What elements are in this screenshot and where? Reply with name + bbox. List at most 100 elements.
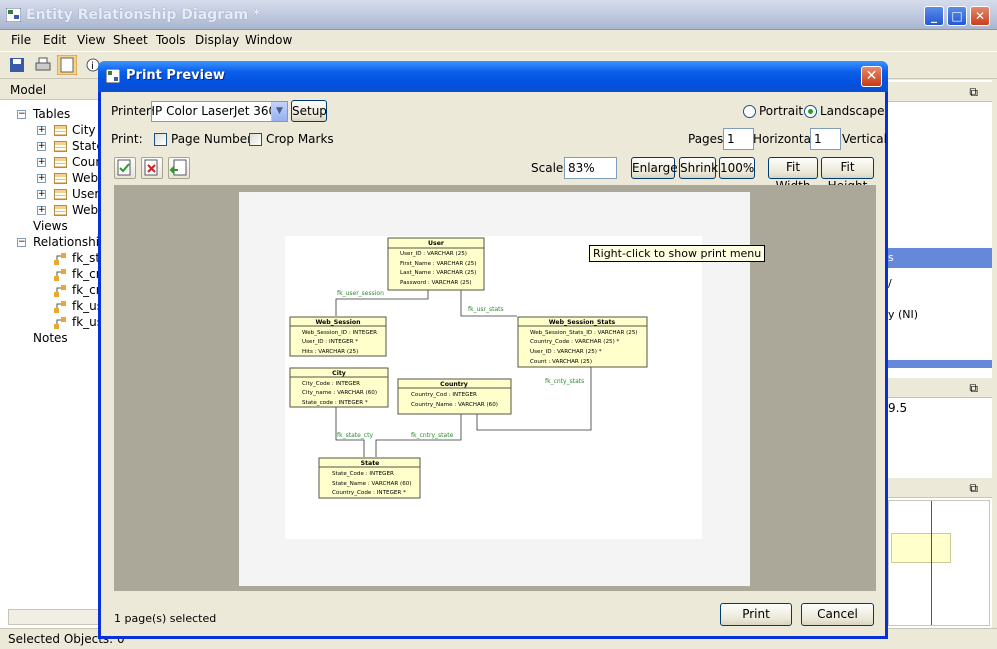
main-title-bar: Entity Relationship Diagram * _ □ ✕ <box>0 0 997 30</box>
chevron-down-icon[interactable]: ▼ <box>271 102 287 121</box>
right-panel-header-2: ⧉ <box>886 378 992 398</box>
tree-table-user[interactable]: User <box>72 187 99 201</box>
entity-country: Country Country_Cod : INTEGER Country_Na… <box>397 378 512 415</box>
menu-edit[interactable]: Edit <box>43 33 66 47</box>
rel-label-cnty-stats: fk_cnty_stats <box>545 378 584 385</box>
zoom-100-button[interactable]: 100% <box>719 157 755 179</box>
entity-title: Web_Session_Stats <box>549 319 616 326</box>
expand-icon[interactable]: + <box>37 174 46 183</box>
menu-view[interactable]: View <box>77 33 105 47</box>
cancel-button[interactable]: Cancel <box>801 603 874 626</box>
rel-label-state-cty: fk_state_cty <box>337 432 373 439</box>
collapse-icon[interactable]: − <box>17 238 26 247</box>
entity-title: Web_Session <box>315 319 360 326</box>
expand-icon[interactable]: + <box>37 158 46 167</box>
menu-window[interactable]: Window <box>245 33 292 47</box>
expand-icon[interactable]: + <box>37 142 46 151</box>
relationship-icon <box>54 285 66 297</box>
preview-area[interactable]: fk_user_session fk_usr_stats fk_cnty_sta… <box>114 185 876 591</box>
printer-select-value: HP Color LaserJet 3600 <box>151 104 284 118</box>
maximize-icon[interactable]: □ <box>947 6 967 26</box>
fit-height-button[interactable]: Fit Height <box>821 157 874 193</box>
crop-marks-checkbox[interactable] <box>249 133 262 146</box>
app-title: Entity Relationship Diagram * <box>26 7 261 23</box>
restore-icon[interactable]: ⧉ <box>969 85 978 100</box>
enlarge-button[interactable]: Enlarge <box>631 157 678 179</box>
page-setup-icon[interactable] <box>57 55 77 75</box>
menu-display[interactable]: Display <box>195 33 239 47</box>
entity-title: State <box>361 460 380 467</box>
relationship-icon <box>54 301 66 313</box>
print-menu-tooltip: Right-click to show print menu <box>589 245 766 262</box>
entity-field: Country_Name : VARCHAR (60) <box>411 402 498 408</box>
entity-field: Web_Session_Stats_ID : VARCHAR (25) <box>530 330 638 336</box>
menu-sheet[interactable]: Sheet <box>113 33 148 47</box>
entity-web-session: Web_Session Web_Session_ID : INTEGER Use… <box>289 316 387 357</box>
fit-width-button[interactable]: Fit Width <box>768 157 818 193</box>
table-icon <box>54 157 67 168</box>
page-numbers-label: Page Numbers <box>171 132 259 146</box>
entity-field: Count : VARCHAR (25) <box>530 359 592 365</box>
entity-state: State State_Code : INTEGER State_Name : … <box>318 457 421 499</box>
expand-icon[interactable]: + <box>37 190 46 199</box>
shrink-button[interactable]: Shrink <box>679 157 718 179</box>
model-panel-title: Model <box>10 83 47 97</box>
page-order-icon <box>169 159 187 176</box>
panel-splitter[interactable] <box>886 360 992 368</box>
menu-bar: File Edit View Sheet Tools Display Windo… <box>0 30 997 50</box>
print-options-label: Print: <box>111 132 143 146</box>
table-icon <box>54 189 67 200</box>
pages-vertical-input[interactable]: 1 <box>810 128 841 150</box>
scale-input[interactable]: 83% <box>564 157 617 179</box>
tree-notes[interactable]: Notes <box>33 331 68 345</box>
entity-field: Web_Session_ID : INTEGER <box>302 330 377 336</box>
entity-field: Hits : VARCHAR (25) <box>302 349 358 355</box>
dialog-close-icon[interactable]: ✕ <box>861 66 882 87</box>
close-icon[interactable]: ✕ <box>970 6 990 26</box>
expand-icon[interactable]: + <box>37 206 46 215</box>
tree-tables[interactable]: Tables <box>33 107 70 121</box>
print-button[interactable]: Print <box>720 603 792 626</box>
restore-icon[interactable]: ⧉ <box>969 381 978 396</box>
overview-thumbnail[interactable] <box>888 500 990 626</box>
print-preview-icon <box>106 69 120 83</box>
page-numbers-checkbox[interactable] <box>154 133 167 146</box>
model-panel-header: Model <box>0 80 102 100</box>
setup-button[interactable]: Setup <box>291 100 327 122</box>
save-icon[interactable] <box>9 57 25 73</box>
preview-page[interactable]: fk_user_session fk_usr_stats fk_cnty_sta… <box>239 192 766 586</box>
print-icon[interactable] <box>35 57 51 73</box>
entity-field: User_ID : VARCHAR (25) <box>400 251 467 257</box>
pages-horizontal-input[interactable]: 1 <box>723 128 754 150</box>
horizontal-scrollbar[interactable] <box>8 609 100 625</box>
table-icon <box>54 141 67 152</box>
right-panel: ⧉ s / y (NI) ⧉ 9.5 ⧉ <box>886 80 992 628</box>
minimize-icon[interactable]: _ <box>924 6 944 26</box>
relationship-icon <box>54 317 66 329</box>
entity-field: Country_Cod : INTEGER <box>411 392 477 398</box>
landscape-radio[interactable] <box>804 105 817 118</box>
collapse-icon[interactable]: − <box>17 110 26 119</box>
crop-marks-label: Crop Marks <box>266 132 334 146</box>
overview-viewport-edge <box>931 501 932 625</box>
page-order-button[interactable] <box>168 157 190 179</box>
menu-file[interactable]: File <box>11 33 31 47</box>
entity-field: User_ID : INTEGER * <box>302 339 358 345</box>
tree-table-city[interactable]: City <box>72 123 96 137</box>
print-preview-dialog: Print Preview ✕ Printer: HP Color LaserJ… <box>98 61 888 639</box>
tree-views[interactable]: Views <box>33 219 68 233</box>
expand-icon[interactable]: + <box>37 126 46 135</box>
entity-field: User_ID : VARCHAR (25) * <box>530 349 602 355</box>
portrait-label: Portrait <box>759 104 804 118</box>
entity-field: Last_Name : VARCHAR (25) <box>400 270 476 276</box>
entity-field: City_name : VARCHAR (60) <box>302 390 377 396</box>
entity-title: User <box>428 240 445 247</box>
tree-rel-1[interactable]: fk_st <box>72 251 100 265</box>
select-all-pages-button[interactable] <box>114 157 136 179</box>
portrait-radio[interactable] <box>743 105 756 118</box>
printer-select[interactable]: HP Color LaserJet 3600 ▼ <box>151 101 288 122</box>
right-panel-header-3: ⧉ <box>886 478 992 498</box>
deselect-pages-button[interactable] <box>141 157 163 179</box>
menu-tools[interactable]: Tools <box>156 33 186 47</box>
restore-icon[interactable]: ⧉ <box>969 481 978 496</box>
